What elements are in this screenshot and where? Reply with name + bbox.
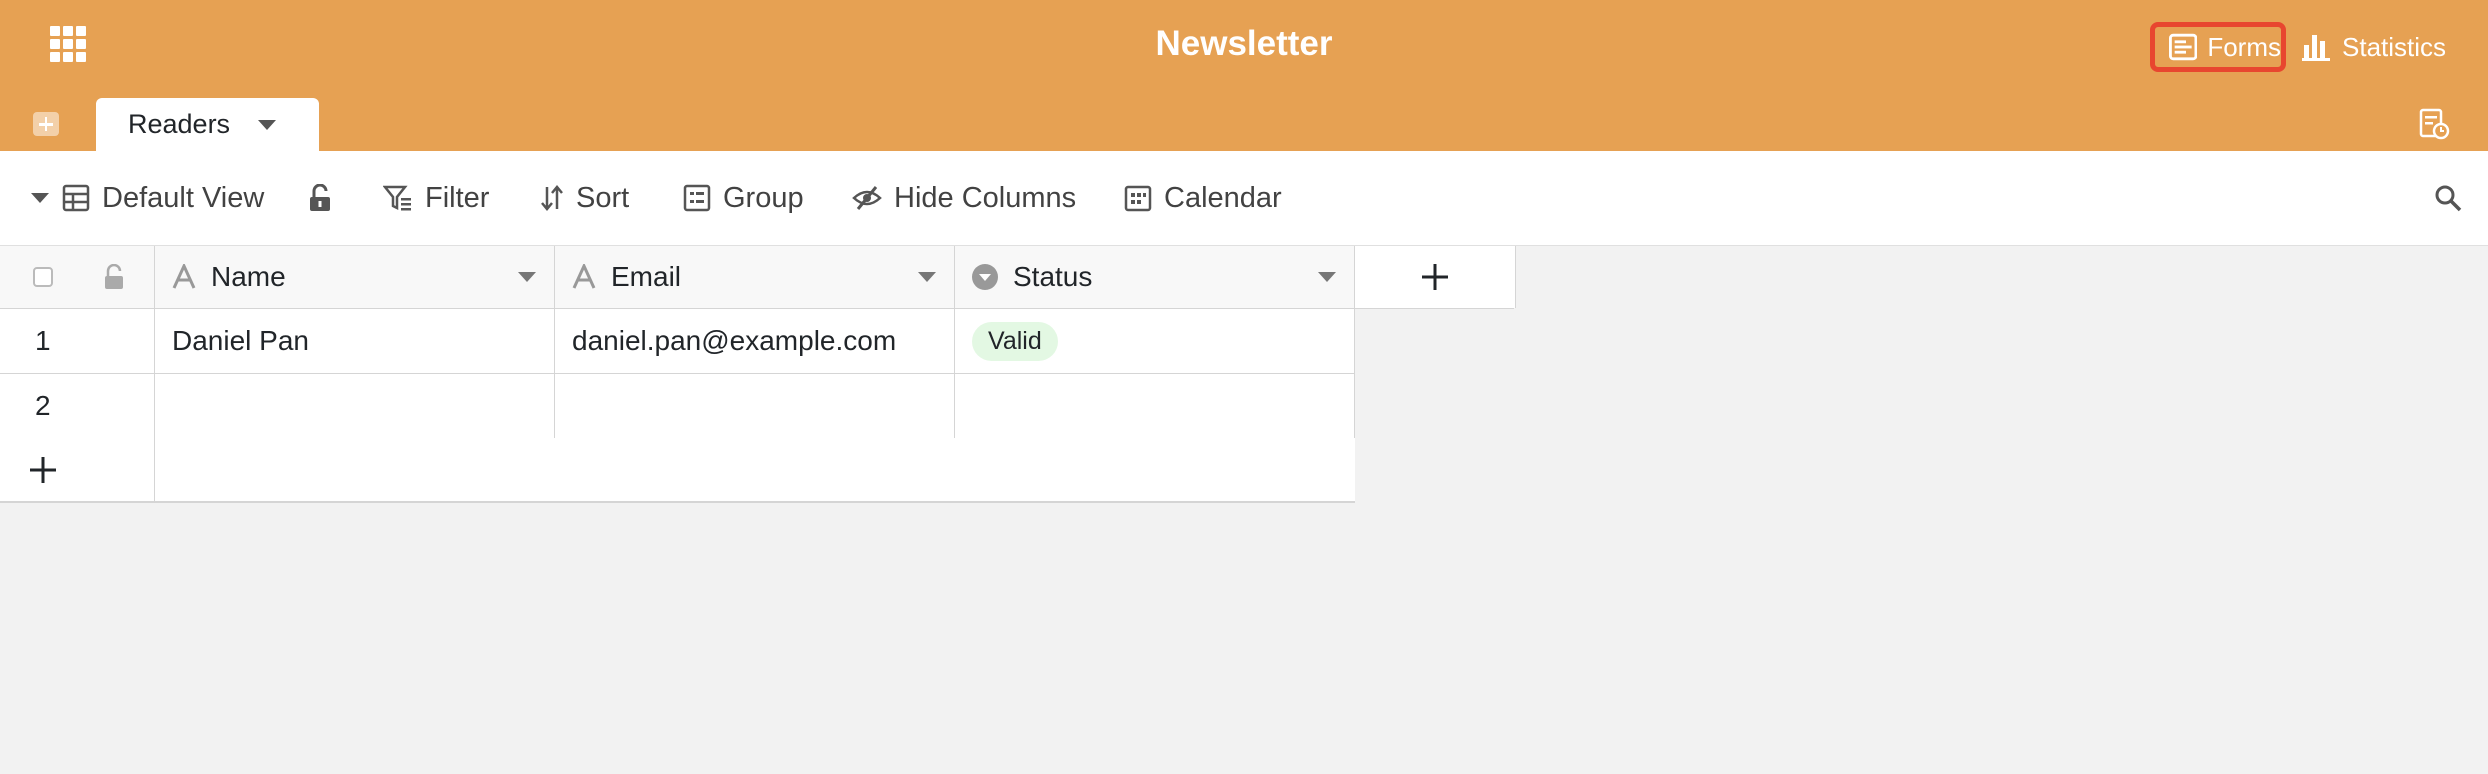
- column-header-name[interactable]: Name: [155, 246, 555, 308]
- select-all-checkbox[interactable]: [33, 267, 53, 287]
- column-name-label: Name: [211, 261, 286, 292]
- cell-status[interactable]: [955, 374, 1355, 438]
- column-email-label: Email: [611, 261, 682, 292]
- forms-icon: [2169, 33, 2198, 61]
- activity-log-icon[interactable]: [2418, 108, 2450, 140]
- single-select-type-icon: [972, 264, 998, 290]
- sort-button[interactable]: Sort: [540, 151, 629, 245]
- column-header-status[interactable]: Status: [955, 246, 1355, 308]
- caret-down-icon: [31, 193, 49, 203]
- status-badge: Valid: [972, 321, 1058, 361]
- hide-columns-label: Hide Columns: [894, 181, 1077, 214]
- forms-label: Forms: [2207, 31, 2281, 62]
- plus-icon: [30, 456, 56, 483]
- app-header: Newsletter Forms Statistics Readers: [0, 0, 2488, 151]
- statistics-label: Statistics: [2342, 31, 2447, 62]
- eye-slash-icon: [852, 186, 882, 210]
- sort-icon: [541, 185, 563, 211]
- header-row-controls: [0, 246, 155, 308]
- unlock-icon: [310, 184, 330, 211]
- add-table-button[interactable]: [33, 112, 59, 136]
- forms-button[interactable]: Forms: [2150, 22, 2286, 72]
- table-view-icon: [62, 184, 90, 212]
- chevron-down-icon[interactable]: [258, 120, 276, 130]
- lock-open-icon[interactable]: [103, 264, 125, 290]
- add-row-bar[interactable]: [0, 438, 1355, 503]
- grid-header: Name Email Status: [0, 246, 1516, 309]
- bar-chart-icon: [2302, 35, 2330, 61]
- calendar-button[interactable]: Calendar: [1124, 151, 1282, 245]
- text-type-icon: [172, 264, 196, 289]
- calendar-icon: [1124, 185, 1152, 212]
- chevron-down-icon[interactable]: [918, 272, 936, 282]
- group-icon: [683, 184, 711, 212]
- add-row-button[interactable]: [0, 438, 155, 501]
- search-icon: [2435, 185, 2462, 212]
- column-header-email[interactable]: Email: [555, 246, 955, 308]
- group-label: Group: [723, 181, 804, 214]
- view-lock-button[interactable]: [308, 151, 332, 245]
- plus-icon: [1422, 264, 1448, 290]
- row-index: 2: [0, 374, 155, 438]
- calendar-label: Calendar: [1164, 181, 1282, 214]
- tab-readers[interactable]: Readers: [96, 98, 319, 151]
- filter-button[interactable]: Filter: [383, 151, 489, 245]
- filter-icon: [383, 185, 411, 211]
- hide-columns-button[interactable]: Hide Columns: [852, 151, 1076, 245]
- cell-status[interactable]: Valid: [955, 309, 1355, 373]
- cell-email[interactable]: daniel.pan@example.com: [555, 309, 955, 373]
- view-name: Default View: [102, 181, 265, 214]
- add-column-button[interactable]: [1355, 246, 1516, 308]
- sort-label: Sort: [576, 181, 630, 214]
- row-index: 1: [0, 309, 155, 373]
- chevron-down-icon[interactable]: [518, 272, 536, 282]
- chevron-down-icon[interactable]: [1318, 272, 1336, 282]
- text-type-icon: [572, 264, 596, 289]
- tab-label: Readers: [128, 109, 231, 139]
- group-button[interactable]: Group: [683, 151, 804, 245]
- search-button[interactable]: [2434, 151, 2462, 245]
- filter-label: Filter: [425, 181, 490, 214]
- table-row[interactable]: 1 Daniel Pan daniel.pan@example.com Vali…: [0, 309, 1355, 374]
- statistics-button[interactable]: Statistics: [2302, 22, 2452, 72]
- base-title: Newsletter: [1155, 24, 1333, 63]
- column-status-label: Status: [1013, 261, 1093, 292]
- cell-name[interactable]: [155, 374, 555, 438]
- view-toolbar: Default View Filter Sort Group Hide Colu…: [0, 151, 2488, 246]
- cell-name[interactable]: Daniel Pan: [155, 309, 555, 373]
- cell-email[interactable]: [555, 374, 955, 438]
- view-switcher[interactable]: Default View: [30, 151, 264, 245]
- table-row[interactable]: 2: [0, 374, 1355, 439]
